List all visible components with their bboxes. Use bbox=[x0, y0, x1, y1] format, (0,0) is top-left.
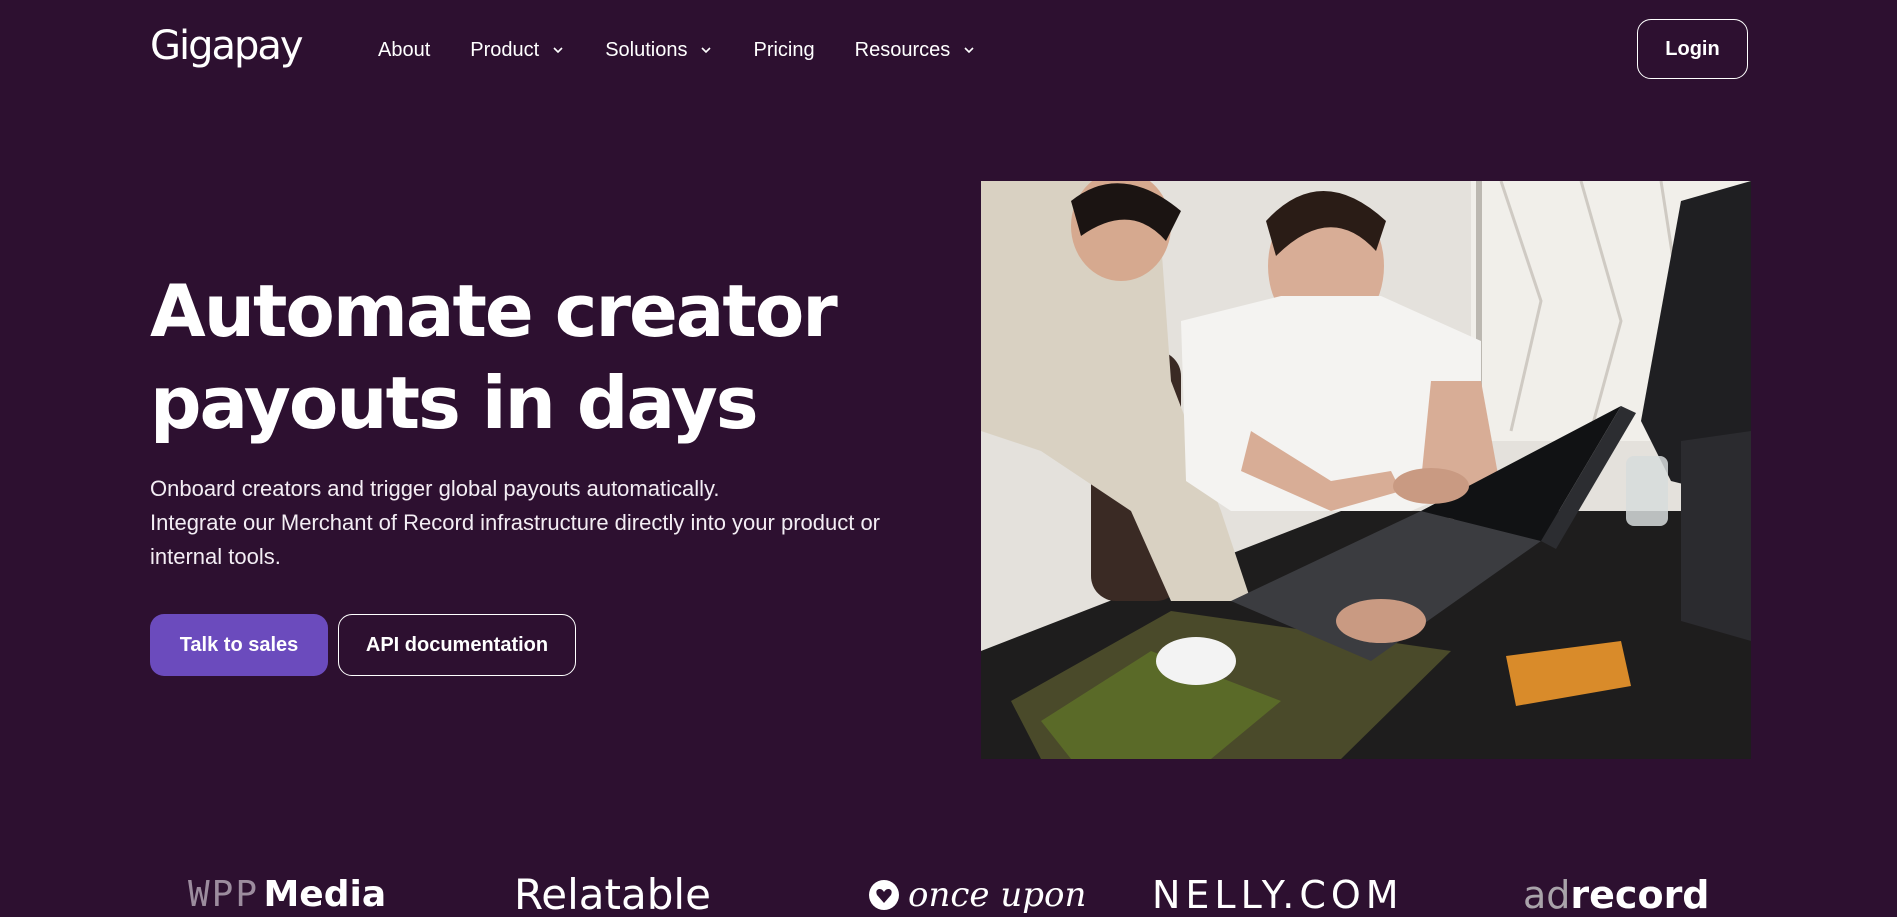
gigapay-logo[interactable]: Gigapay bbox=[150, 22, 304, 70]
api-documentation-button[interactable]: API documentation bbox=[338, 614, 576, 676]
logo-relatable: Relatable bbox=[514, 870, 711, 917]
talk-to-sales-button[interactable]: Talk to sales bbox=[150, 614, 328, 676]
nav-item-label: Product bbox=[470, 39, 540, 61]
nav-item-product[interactable]: Product bbox=[470, 36, 565, 64]
top-navigation: Gigapay About Product Solutions Pricing bbox=[0, 0, 1897, 100]
headline-line-2: payouts in days bbox=[150, 361, 759, 445]
subtext-line-1: Onboard creators and trigger global payo… bbox=[150, 476, 720, 501]
client-logos-strip: WPP Media Relatable once upon NELLY.COM … bbox=[0, 870, 1897, 917]
people-at-laptop-image bbox=[981, 181, 1751, 759]
nav-item-label: About bbox=[378, 39, 431, 61]
hero-photo bbox=[981, 181, 1751, 759]
nav-item-about[interactable]: About bbox=[378, 36, 430, 64]
wpp-wordmark: WPP bbox=[188, 874, 260, 915]
chevron-down-icon bbox=[964, 47, 974, 54]
media-wordmark: Media bbox=[263, 874, 387, 915]
logo-once-upon: once upon bbox=[868, 870, 1086, 917]
nav-item-pricing[interactable]: Pricing bbox=[753, 36, 814, 64]
headline-line-1: Automate creator bbox=[150, 269, 838, 353]
once-upon-wordmark: once upon bbox=[908, 875, 1087, 915]
chevron-down-icon bbox=[553, 47, 563, 54]
nav-item-label: Resources bbox=[854, 39, 951, 61]
nav-item-resources[interactable]: Resources bbox=[855, 36, 977, 64]
main-menu: About Product Solutions Pricing Resource… bbox=[378, 36, 1016, 64]
nav-item-label: Solutions bbox=[605, 39, 688, 61]
adrecord-record-part: record bbox=[1570, 873, 1710, 917]
logo-wpp-media: WPP Media bbox=[188, 870, 386, 917]
nav-item-label: Pricing bbox=[753, 39, 815, 61]
nav-item-solutions[interactable]: Solutions bbox=[605, 36, 713, 64]
subtext-line-2: Integrate our Merchant of Record infrast… bbox=[150, 510, 881, 569]
adrecord-ad-part: ad bbox=[1523, 873, 1571, 917]
hero-subtext: Onboard creators and trigger global payo… bbox=[150, 472, 940, 574]
heart-icon bbox=[869, 880, 899, 910]
landing-page: Gigapay About Product Solutions Pricing bbox=[0, 0, 1897, 917]
login-button[interactable]: Login bbox=[1637, 19, 1748, 79]
logo-nelly: NELLY.COM bbox=[1152, 873, 1404, 917]
hero-cta-group: Talk to sales API documentation bbox=[150, 614, 576, 676]
hero-headline: Automate creator payouts in days bbox=[150, 265, 950, 449]
chevron-down-icon bbox=[701, 47, 712, 54]
logo-adrecord: adrecord bbox=[1523, 870, 1710, 917]
